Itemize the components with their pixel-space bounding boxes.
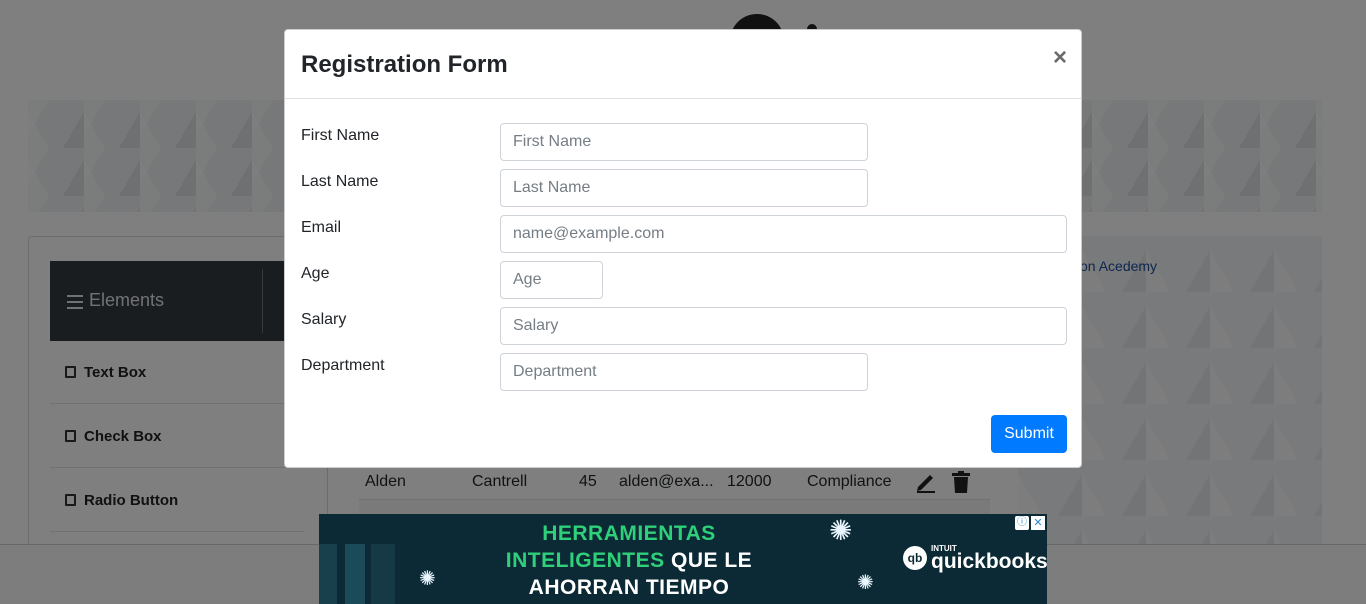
first-name-input[interactable] xyxy=(500,123,868,161)
city-skyline-graphic xyxy=(319,544,419,604)
ad-line-3: AHORRAN TIEMPO xyxy=(528,576,730,599)
last-name-input[interactable] xyxy=(500,169,868,207)
salary-input[interactable] xyxy=(500,307,1067,345)
registration-modal: Registration Form × First Name Last Name… xyxy=(284,29,1082,468)
ad-banner[interactable]: HERRAMIENTAS INTELIGENTES QUE LE AHORRAN… xyxy=(319,514,1047,604)
department-label: Department xyxy=(301,357,385,374)
ad-line-2-white: QUE LE xyxy=(671,549,753,572)
modal-title: Registration Form xyxy=(301,51,508,78)
first-name-label: First Name xyxy=(301,127,380,144)
close-icon[interactable]: × xyxy=(1053,46,1067,70)
last-name-label: Last Name xyxy=(301,173,379,190)
modal-header: Registration Form × xyxy=(285,30,1081,99)
quickbooks-mark: qb xyxy=(903,546,927,570)
email-label: Email xyxy=(301,219,342,236)
ad-line-2-green: INTELIGENTES xyxy=(505,549,665,572)
department-input[interactable] xyxy=(500,353,868,391)
age-input[interactable] xyxy=(500,261,603,299)
ad-close-icon[interactable]: ✕ xyxy=(1031,516,1045,530)
age-label: Age xyxy=(301,265,330,282)
firework-icon: ✺ xyxy=(857,572,874,594)
ad-headline: HERRAMIENTAS INTELIGENTES QUE LE AHORRAN… xyxy=(469,520,789,601)
submit-button[interactable]: Submit xyxy=(991,415,1067,453)
ad-line-2: INTELIGENTES QUE LE xyxy=(469,547,789,574)
email-input[interactable] xyxy=(500,215,1067,253)
ad-line-1: HERRAMIENTAS xyxy=(542,522,716,545)
firework-icon: ✺ xyxy=(419,568,436,590)
firework-icon: ✺ xyxy=(829,515,853,546)
quickbooks-name: quickbooks xyxy=(931,550,1047,573)
salary-label: Salary xyxy=(301,311,347,328)
adchoices-icon[interactable]: ⓘ xyxy=(1015,516,1029,530)
